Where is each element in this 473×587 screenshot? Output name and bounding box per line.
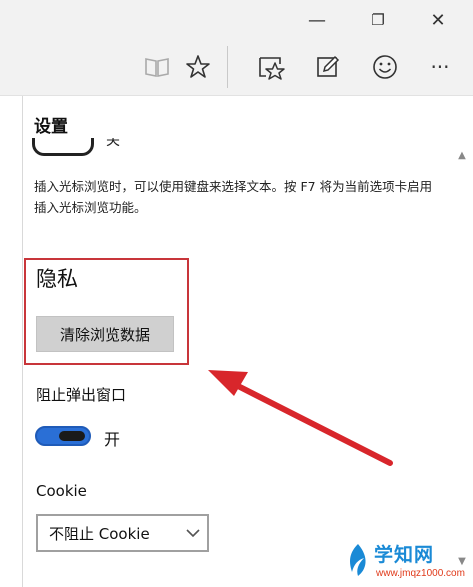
restore-icon: ❐ <box>371 11 385 29</box>
cookie-label: Cookie <box>36 482 87 500</box>
scroll-up-icon[interactable]: ▲ <box>456 150 468 162</box>
close-icon: ✕ <box>430 9 446 31</box>
caret-browsing-toggle[interactable] <box>32 138 94 156</box>
browser-toolbar: ··· <box>0 40 473 96</box>
block-popups-label: 阻止弹出窗口 <box>36 386 127 404</box>
close-button[interactable]: ✕ <box>413 0 463 40</box>
block-popups-state: 开 <box>104 430 121 449</box>
block-popups-toggle[interactable] <box>35 426 91 446</box>
watermark-url: www.jmqz1000.com <box>376 568 465 579</box>
chevron-down-icon <box>186 529 200 538</box>
settings-title: 设置 <box>34 117 68 137</box>
more-glyph: ··· <box>430 55 450 79</box>
site-watermark: 学知网 www.jmqz1000.com <box>336 536 473 587</box>
feedback-smiley-icon[interactable] <box>368 50 402 84</box>
restore-button[interactable]: ❐ <box>353 0 403 40</box>
more-dots-icon[interactable]: ··· <box>423 50 457 84</box>
favorite-star-icon[interactable] <box>181 50 215 84</box>
hub-favorites-icon[interactable] <box>255 50 289 84</box>
minimize-icon: — <box>308 9 326 31</box>
caret-browsing-description: 插入光标浏览时，可以使用键盘来选择文本。按 F7 将为当前选项卡启用插入光标浏览… <box>34 179 433 215</box>
web-note-icon[interactable] <box>311 50 345 84</box>
privacy-heading: 隐私 <box>36 267 78 291</box>
caret-browsing-state: 关 <box>106 138 120 149</box>
toolbar-separator <box>227 46 228 88</box>
watermark-title: 学知网 <box>374 544 435 566</box>
title-bar: — ❐ ✕ <box>0 0 473 40</box>
clear-browsing-data-button[interactable]: 清除浏览数据 <box>36 316 174 352</box>
toggle-knob <box>59 431 85 441</box>
minimize-button[interactable]: — <box>292 0 342 40</box>
reading-view-icon[interactable] <box>140 50 174 84</box>
cookie-select[interactable]: 不阻止 Cookie <box>36 514 209 552</box>
cookie-selected-value: 不阻止 Cookie <box>49 524 150 543</box>
watermark-logo-icon <box>350 544 366 576</box>
